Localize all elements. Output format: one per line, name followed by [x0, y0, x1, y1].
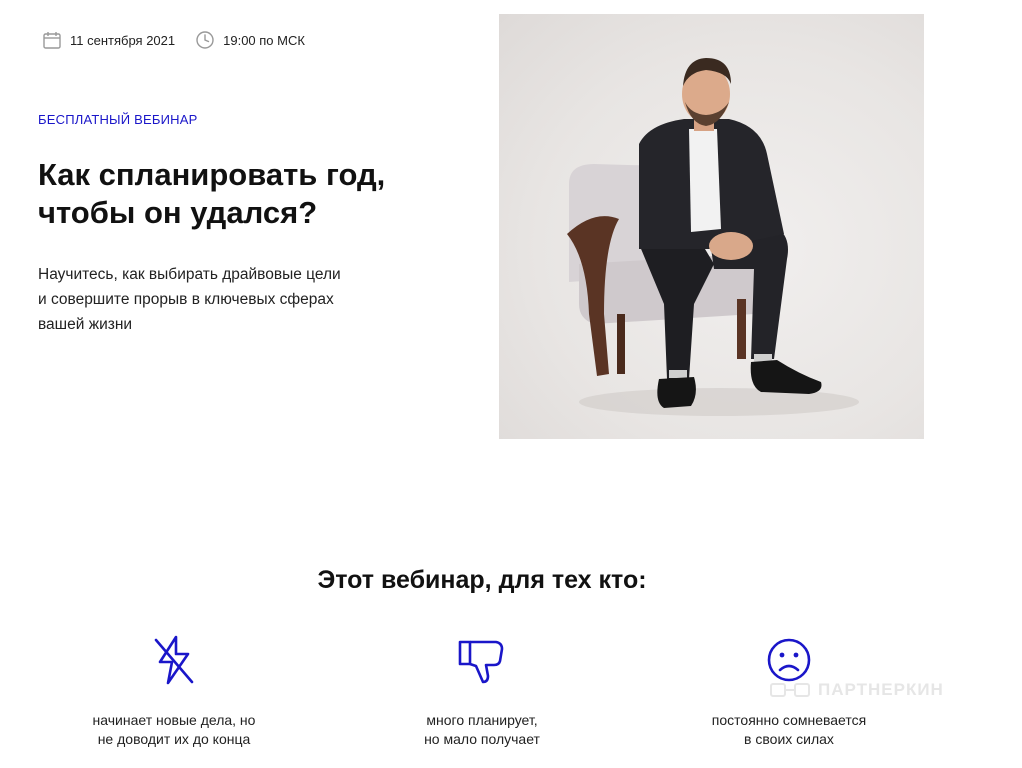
audience-item: начинает новые дела, но не доводит их до…	[54, 634, 294, 749]
audience-item-line: начинает новые дела, но	[92, 712, 256, 728]
event-time-text: 19:00 по МСК	[223, 32, 305, 48]
audience-item-line: постоянно сомневается	[711, 712, 867, 728]
speaker-photo	[499, 14, 924, 439]
audience-item-line: не доводит их до конца	[97, 731, 251, 747]
event-date-text: 11 сентября 2021	[70, 32, 176, 48]
calendar-icon	[43, 32, 61, 49]
watermark-text: ПАРТНЕРКИН	[818, 680, 944, 699]
audience-item: много планирует, но мало получает	[362, 634, 602, 749]
audience-section-title: Этот вебинар, для тех кто:	[317, 566, 647, 594]
event-meta: 11 сентября 2021 19:00 по МСК	[42, 30, 305, 50]
description-line: вашей жизни	[38, 316, 133, 333]
description-line: и совершите прорыв в ключевых сферах	[38, 291, 334, 308]
audience-item-line: в своих силах	[744, 731, 834, 747]
speaker-illustration	[567, 58, 859, 416]
description-line: Научитесь, как выбирать драйвовые цели	[38, 266, 341, 283]
webinar-tag: БЕСПЛАТНЫЙ ВЕБИНАР	[38, 112, 198, 127]
hero-description: Научитесь, как выбирать драйвовые цели и…	[38, 262, 341, 337]
lightning-icon	[154, 635, 194, 685]
page-title: Как спланировать год, чтобы он удался?	[38, 156, 458, 232]
event-date: 11 сентября 2021	[42, 30, 175, 50]
title-line: чтобы он удался?	[38, 195, 318, 230]
audience-item-line: но мало получает	[424, 731, 540, 747]
title-line: Как спланировать год,	[38, 157, 386, 192]
clock-icon	[196, 31, 214, 49]
audience-item-line: много планирует,	[426, 712, 538, 728]
watermark: ПАРТНЕРКИН	[770, 680, 944, 700]
sad-face-icon	[767, 638, 811, 682]
watermark-logo-icon	[770, 683, 810, 697]
thumbs-down-icon	[458, 640, 504, 684]
event-time: 19:00 по МСК	[195, 30, 305, 50]
